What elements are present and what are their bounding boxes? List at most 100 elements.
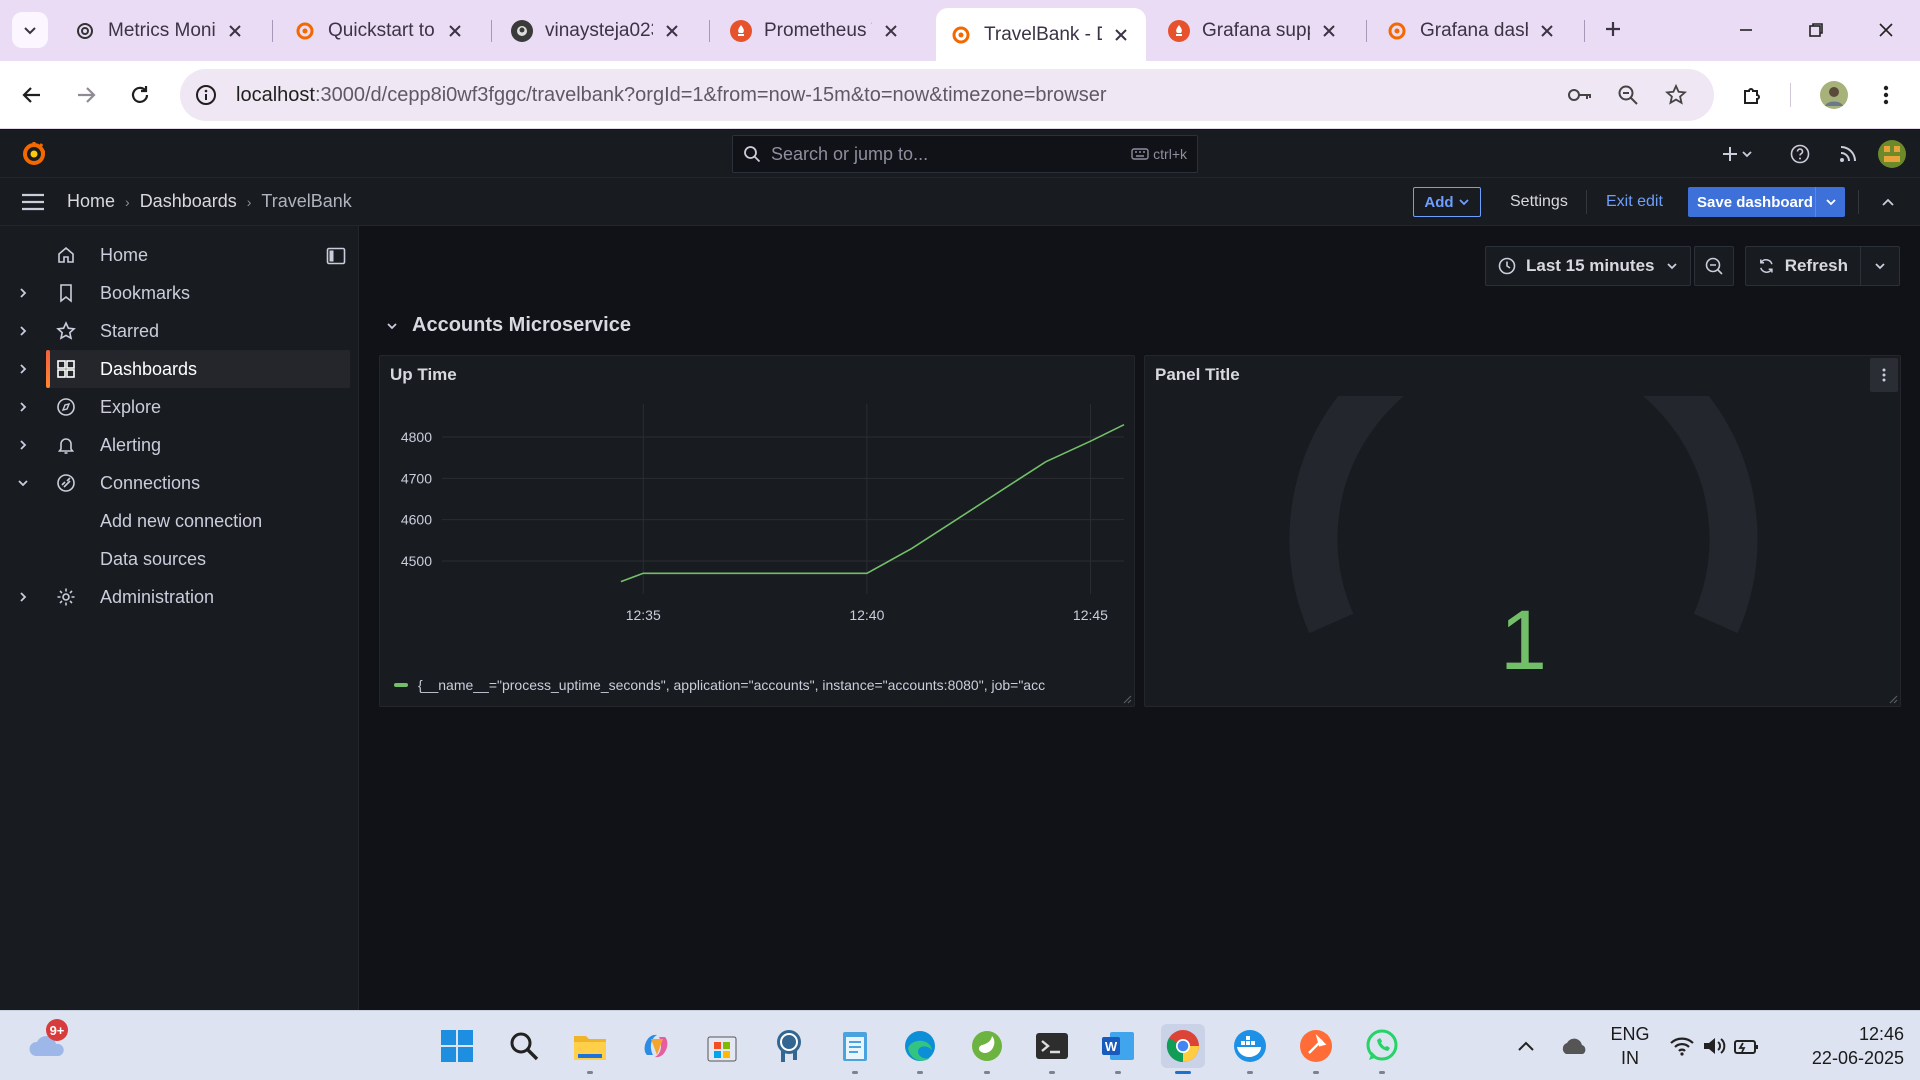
sync-icon [1760, 259, 1773, 273]
bookmark-star-icon[interactable] [1658, 77, 1694, 113]
back-button[interactable] [14, 77, 50, 113]
running-indicator [1049, 1071, 1055, 1074]
chart-legend[interactable]: {__name__="process_uptime_seconds", appl… [394, 677, 1136, 693]
close-icon[interactable] [224, 20, 246, 42]
edge-icon[interactable] [898, 1024, 942, 1074]
search-input[interactable]: Search or jump to... ctrl+k [732, 135, 1198, 173]
user-avatar[interactable] [1878, 140, 1906, 168]
language-indicator[interactable]: ENG IN [1608, 1022, 1652, 1070]
dashboard-row-header[interactable]: Accounts Microservice [386, 314, 631, 337]
browser-tab[interactable]: Prometheus T [716, 10, 916, 52]
search-icon[interactable] [502, 1024, 546, 1068]
chevron-right-icon[interactable] [14, 284, 32, 302]
close-window-button[interactable] [1864, 14, 1908, 46]
close-icon[interactable] [1318, 20, 1340, 42]
uptime-panel[interactable]: Up Time 4500 4600 4700 4800 12:35 12:40 12:45 … [379, 355, 1135, 707]
chevron-right-icon[interactable] [14, 322, 32, 340]
weather-widget[interactable]: 9+ [26, 1019, 70, 1067]
zoom-out-time-button[interactable] [1694, 246, 1734, 286]
nav-item-data-sources[interactable]: Data sources [0, 540, 350, 578]
microsoft-store-icon[interactable] [700, 1024, 744, 1068]
browser-tab[interactable]: Quickstart to r [280, 10, 480, 52]
nav-item-add-new-connection[interactable]: Add new connection [0, 502, 350, 540]
chevron-right-icon[interactable] [14, 398, 32, 416]
zoom-icon[interactable] [1610, 77, 1646, 113]
show-hidden-icons-button[interactable] [1504, 1024, 1548, 1068]
reload-button[interactable] [122, 77, 158, 113]
nav-item-administration[interactable]: Administration [0, 578, 350, 616]
new-tab-button[interactable] [1598, 14, 1628, 44]
add-button[interactable]: Add [1413, 187, 1481, 217]
nav-item-connections[interactable]: Connections [0, 464, 350, 502]
resize-handle-icon[interactable] [1122, 694, 1132, 704]
tab-search-button[interactable] [12, 12, 48, 48]
time-range-picker[interactable]: Last 15 minutes [1485, 246, 1691, 286]
new-menu-button[interactable] [1718, 142, 1758, 166]
nav-item-home[interactable]: Home [0, 236, 350, 274]
language-code: ENG [1610, 1024, 1650, 1044]
windows-start-icon[interactable] [435, 1024, 479, 1068]
whatsapp-icon[interactable] [1360, 1024, 1404, 1074]
onedrive-icon[interactable] [1552, 1024, 1596, 1068]
refresh-button[interactable]: Refresh [1745, 246, 1861, 286]
panel-menu-button[interactable] [1870, 358, 1898, 392]
help-button[interactable] [1788, 142, 1812, 166]
close-icon[interactable] [880, 20, 902, 42]
postgres-icon[interactable] [767, 1024, 811, 1068]
spring-icon[interactable] [965, 1024, 1009, 1074]
browser-tab[interactable]: Grafana dashb [1372, 10, 1572, 52]
postman-icon[interactable] [1294, 1024, 1338, 1074]
gauge-panel[interactable]: Panel Title 1 [1144, 355, 1901, 707]
profile-avatar[interactable] [1816, 77, 1852, 113]
save-dashboard-button[interactable]: Save dashboard [1688, 187, 1845, 217]
github-icon [511, 20, 533, 42]
close-icon[interactable] [444, 20, 466, 42]
browser-tab[interactable]: Grafana suppo [1154, 10, 1354, 52]
quick-settings-button[interactable] [1664, 1024, 1764, 1068]
news-button[interactable] [1836, 142, 1860, 166]
minimize-window-button[interactable] [1724, 14, 1768, 46]
browser-tab-active[interactable]: TravelBank - D [936, 8, 1146, 61]
resize-handle-icon[interactable] [1888, 694, 1898, 704]
password-key-icon[interactable] [1562, 77, 1598, 113]
exit-edit-button[interactable]: Exit edit [1594, 187, 1675, 217]
chevron-down-icon[interactable] [14, 474, 32, 492]
close-icon[interactable] [1110, 24, 1132, 46]
notepad-icon[interactable] [833, 1024, 877, 1074]
grafana-logo-icon[interactable] [20, 140, 48, 168]
chrome-icon[interactable] [1161, 1024, 1205, 1074]
close-icon[interactable] [1536, 20, 1558, 42]
chevron-right-icon[interactable] [14, 350, 32, 388]
collapse-toolbar-button[interactable] [1876, 190, 1900, 214]
plus-chevron-icon [1723, 147, 1752, 161]
browser-menu-button[interactable] [1868, 77, 1904, 113]
word-icon[interactable]: W [1096, 1024, 1140, 1074]
browser-tab[interactable]: vinaysteja023 [497, 10, 697, 52]
terminal-icon[interactable] [1030, 1024, 1074, 1074]
tab-title: vinaysteja023 [545, 20, 653, 41]
copilot-icon[interactable] [634, 1024, 678, 1068]
nav-item-explore[interactable]: Explore [0, 388, 350, 426]
docker-icon[interactable] [1228, 1024, 1272, 1074]
breadcrumb-dashboards[interactable]: Dashboards [140, 191, 237, 212]
settings-button[interactable]: Settings [1498, 187, 1580, 217]
restore-window-button[interactable] [1794, 14, 1838, 46]
chevron-right-icon[interactable] [14, 436, 32, 454]
save-options-dropdown[interactable] [1815, 187, 1845, 217]
nav-item-dashboards[interactable]: Dashboards [46, 350, 350, 388]
hamburger-menu-icon[interactable] [20, 190, 46, 214]
site-info-icon[interactable] [188, 77, 224, 113]
forward-button[interactable] [68, 77, 104, 113]
close-icon[interactable] [661, 20, 683, 42]
nav-item-alerting[interactable]: Alerting [0, 426, 350, 464]
browser-tab[interactable]: Metrics Monit [60, 10, 260, 52]
breadcrumb-home[interactable]: Home [67, 191, 115, 212]
extensions-button[interactable] [1734, 77, 1770, 113]
address-bar[interactable]: localhost:3000/d/cepp8i0wf3fggc/travelba… [180, 69, 1714, 121]
refresh-interval-dropdown[interactable] [1860, 246, 1900, 286]
nav-item-bookmarks[interactable]: Bookmarks [0, 274, 350, 312]
nav-item-starred[interactable]: Starred [0, 312, 350, 350]
file-explorer-icon[interactable] [568, 1024, 612, 1074]
clock[interactable]: 12:46 22-06-2025 [1786, 1022, 1904, 1070]
chevron-right-icon[interactable] [14, 588, 32, 606]
